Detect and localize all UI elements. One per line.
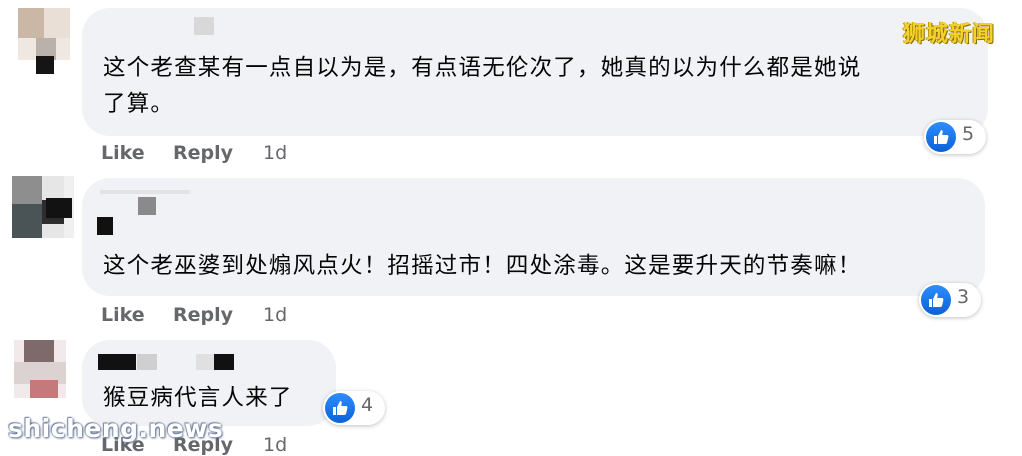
comment-age[interactable]: 1d bbox=[263, 142, 287, 164]
reaction-count: 5 bbox=[962, 123, 975, 145]
thumbs-up-icon bbox=[921, 285, 951, 315]
avatar-pixel bbox=[46, 198, 72, 218]
avatar-pixel bbox=[12, 204, 42, 238]
comment-text-line: 猴豆病代言人来了 bbox=[103, 385, 293, 411]
avatar-pixel bbox=[12, 176, 42, 204]
like-button[interactable]: Like bbox=[101, 304, 145, 326]
reaction-count: 4 bbox=[361, 394, 374, 416]
name-pixel bbox=[137, 354, 157, 370]
name-pixel bbox=[214, 354, 234, 370]
commenter-name-redacted[interactable] bbox=[100, 190, 190, 196]
avatar-pixel bbox=[24, 340, 54, 362]
comment-text-line: 这个老巫婆到处煽风点火！招摇过市！四处涂毒。这是要升天的节奏嘛！ bbox=[103, 253, 862, 279]
site-watermark: shicheng.news bbox=[8, 414, 224, 443]
comment-text-line: 这个老查某有一点自以为是，有点语无伦次了，她真的以为什么都是她说 bbox=[103, 55, 862, 81]
reply-button[interactable]: Reply bbox=[173, 304, 233, 326]
name-pixel bbox=[100, 190, 190, 194]
reply-button[interactable]: Reply bbox=[173, 142, 233, 164]
avatar-pixel bbox=[44, 8, 70, 38]
comment-text-line: 了算。 bbox=[103, 91, 175, 117]
comment-age[interactable]: 1d bbox=[263, 434, 287, 456]
reaction-badge[interactable]: 5 bbox=[924, 120, 986, 154]
avatar-pixel bbox=[18, 8, 44, 38]
reaction-count: 3 bbox=[957, 286, 970, 308]
like-button[interactable]: Like bbox=[101, 142, 145, 164]
avatar-pixel bbox=[30, 380, 58, 398]
reaction-badge[interactable]: 4 bbox=[323, 391, 385, 425]
name-pixel bbox=[196, 354, 214, 370]
comment-age[interactable]: 1d bbox=[263, 304, 287, 326]
reaction-badge[interactable]: 3 bbox=[919, 283, 981, 317]
avatar[interactable] bbox=[14, 340, 66, 398]
name-pixel bbox=[97, 217, 113, 235]
commenter-name-redacted[interactable] bbox=[194, 17, 214, 35]
avatar-pixel bbox=[36, 56, 54, 74]
thumbs-up-icon bbox=[325, 393, 355, 423]
name-pixel bbox=[138, 197, 156, 215]
avatar[interactable] bbox=[18, 8, 70, 60]
thumbs-up-icon bbox=[926, 122, 956, 152]
name-pixel bbox=[98, 354, 136, 370]
brand-watermark: 狮城新闻 bbox=[903, 22, 996, 47]
